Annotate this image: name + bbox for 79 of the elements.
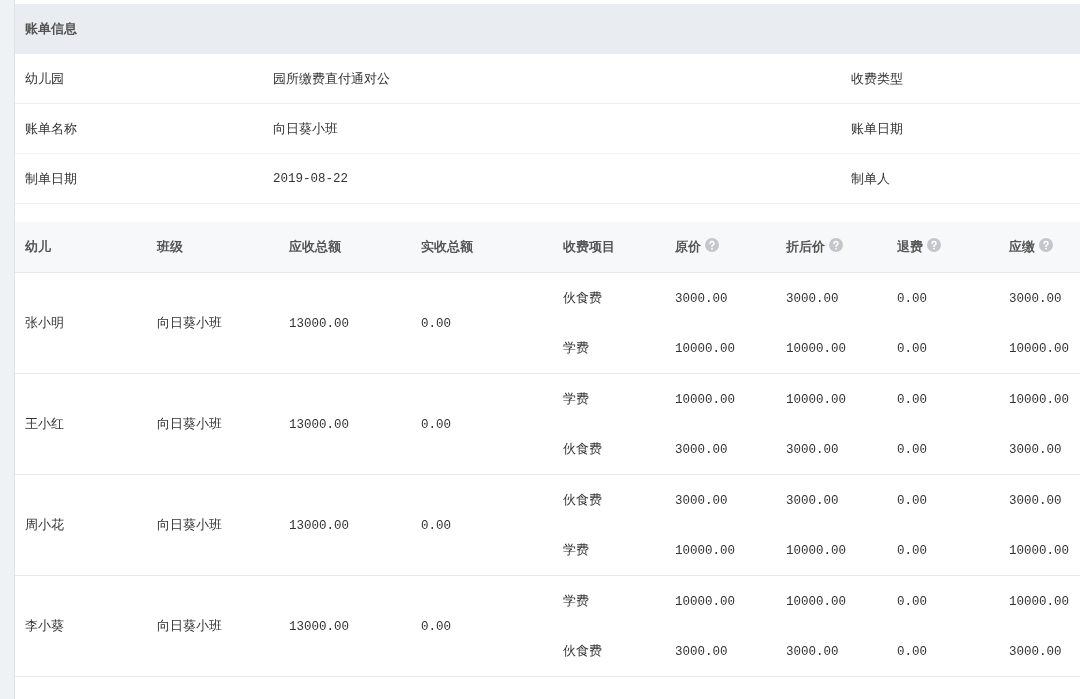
table-cell: 10000.00 [786, 392, 846, 407]
field-label: 账单名称 [25, 120, 77, 136]
table-cell: 向日葵小班 [157, 618, 222, 634]
column-header: 收费项目 [563, 239, 615, 255]
field-label: 收费类型 [851, 70, 903, 86]
table-cell: 张小明 [25, 315, 64, 331]
table-cell: 10000.00 [675, 341, 735, 356]
table-cell: 10000.00 [1009, 594, 1069, 609]
table-cell: 0.00 [421, 417, 451, 432]
table-cell: 王小红 [25, 416, 64, 432]
table-cell: 10000.00 [675, 543, 735, 558]
table-cell: 10000.00 [1009, 341, 1069, 356]
help-icon[interactable] [705, 238, 719, 253]
field-label: 账单日期 [851, 120, 903, 136]
field-value: 园所缴费直付通对公 [273, 70, 390, 86]
column-header: 班级 [157, 239, 183, 255]
column-header: 折后价 [786, 239, 825, 255]
table-cell: 10000.00 [786, 543, 846, 558]
column-header: 实收总额 [421, 239, 473, 255]
table-cell: 伙食费 [563, 441, 602, 457]
table-cell: 3000.00 [786, 442, 839, 457]
table-cell: 伙食费 [563, 492, 602, 508]
table-cell: 学费 [563, 593, 589, 609]
table-cell: 0.00 [897, 392, 927, 407]
table-cell: 0.00 [897, 493, 927, 508]
table-cell: 3000.00 [1009, 291, 1062, 306]
table-cell: 0.00 [897, 543, 927, 558]
table-cell: 10000.00 [786, 341, 846, 356]
table-cell: 10000.00 [1009, 543, 1069, 558]
help-icon[interactable] [1039, 238, 1053, 253]
field-label: 制单人 [851, 170, 890, 186]
column-header: 幼儿 [25, 239, 51, 255]
column-header: 退费 [897, 239, 923, 255]
table-cell: 10000.00 [1009, 392, 1069, 407]
table-cell: 向日葵小班 [157, 315, 222, 331]
table-cell: 伙食费 [563, 643, 602, 659]
table-cell: 3000.00 [1009, 442, 1062, 457]
section-title: 账单信息 [25, 20, 77, 39]
table-cell: 10000.00 [675, 594, 735, 609]
table-cell: 伙食费 [563, 290, 602, 306]
table-cell: 13000.00 [289, 619, 349, 634]
field-value: 向日葵小班 [273, 120, 338, 136]
help-icon[interactable] [927, 238, 941, 253]
table-cell: 学费 [563, 542, 589, 558]
table-cell: 3000.00 [786, 644, 839, 659]
field-label: 幼儿园 [25, 70, 64, 86]
table-cell: 李小葵 [25, 618, 64, 634]
table-cell: 13000.00 [289, 316, 349, 331]
table-cell: 向日葵小班 [157, 416, 222, 432]
table-cell: 0.00 [897, 291, 927, 306]
table-cell: 学费 [563, 340, 589, 356]
table-cell: 0.00 [421, 619, 451, 634]
table-cell: 0.00 [421, 316, 451, 331]
table-cell: 学费 [563, 391, 589, 407]
column-header: 应缴 [1009, 239, 1035, 255]
table-cell: 13000.00 [289, 518, 349, 533]
table-cell: 0.00 [897, 442, 927, 457]
table-cell: 3000.00 [675, 493, 728, 508]
table-cell: 10000.00 [675, 392, 735, 407]
column-header: 原价 [675, 239, 701, 255]
table-cell: 3000.00 [675, 442, 728, 457]
table-cell: 3000.00 [675, 291, 728, 306]
table-cell: 向日葵小班 [157, 517, 222, 533]
field-value: 2019-08-22 [273, 172, 348, 187]
table-cell: 3000.00 [1009, 644, 1062, 659]
help-icon[interactable] [829, 238, 843, 253]
table-cell: 3000.00 [1009, 493, 1062, 508]
table-cell: 0.00 [897, 341, 927, 356]
table-cell: 3000.00 [786, 291, 839, 306]
field-label: 制单日期 [25, 170, 77, 186]
table-cell: 3000.00 [786, 493, 839, 508]
table-cell: 13000.00 [289, 417, 349, 432]
table-cell: 3000.00 [675, 644, 728, 659]
table-cell: 0.00 [421, 518, 451, 533]
column-header: 应收总额 [289, 239, 341, 255]
table-cell: 周小花 [25, 517, 64, 533]
table-cell: 10000.00 [786, 594, 846, 609]
table-cell: 0.00 [897, 644, 927, 659]
table-cell: 0.00 [897, 594, 927, 609]
